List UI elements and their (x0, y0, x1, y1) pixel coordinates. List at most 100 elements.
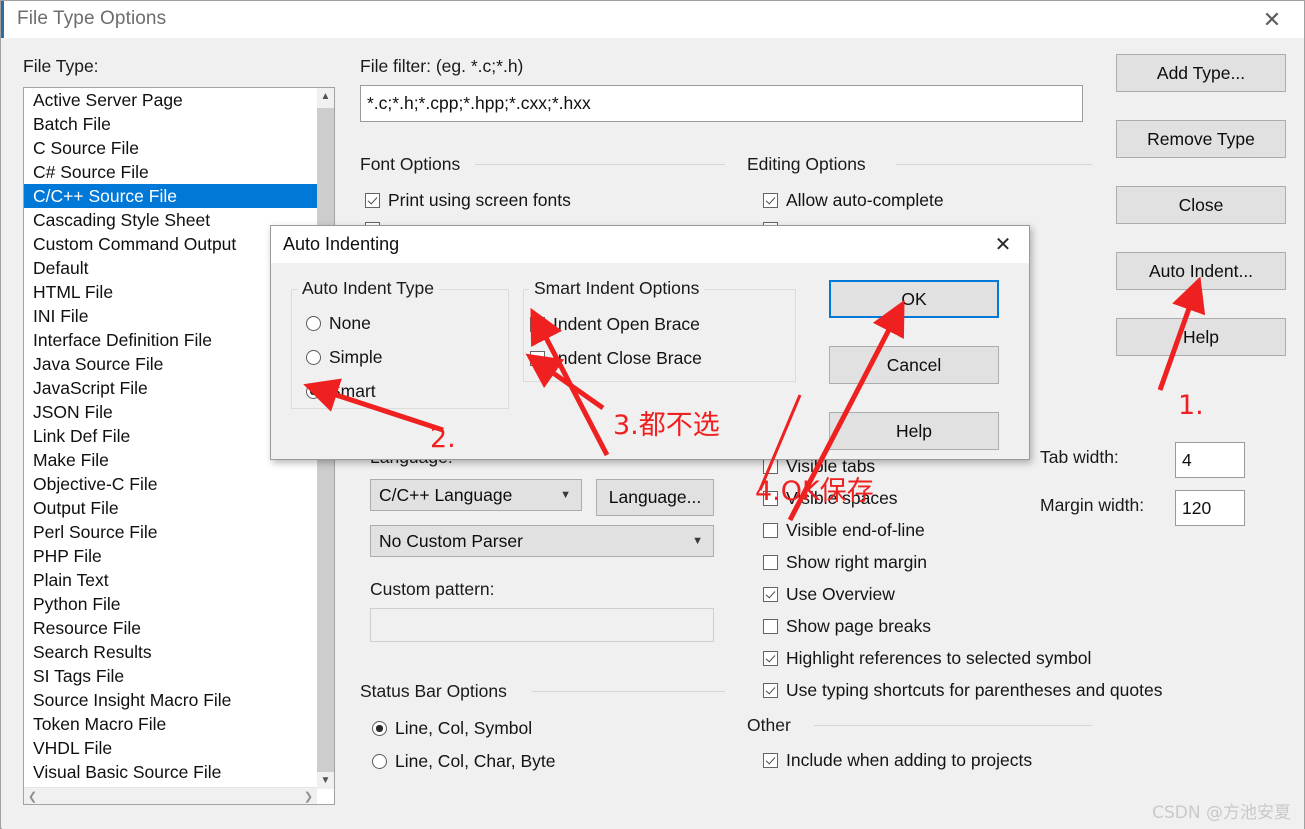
list-item[interactable]: Objective-C File (24, 472, 317, 496)
checkbox-box (365, 193, 380, 208)
add-type-button[interactable]: Add Type... (1116, 54, 1286, 92)
dialog-title: Auto Indenting (283, 234, 400, 254)
list-item[interactable]: Active Server Page (24, 88, 317, 112)
checkbox-label: Highlight references to selected symbol (786, 648, 1092, 668)
file-type-label: File Type: (23, 56, 99, 76)
checkbox-box (763, 459, 778, 474)
checkbox-print-using-screen-fonts[interactable]: Print using screen fonts (365, 190, 571, 211)
file-filter-label: File filter: (eg. *.c;*.h) (360, 56, 524, 76)
margin-width-label: Margin width: (1040, 495, 1145, 515)
list-item[interactable]: C Source File (24, 136, 317, 160)
checkbox-visible-end-of-line[interactable]: Visible end-of-line (763, 520, 925, 541)
language-combobox[interactable]: C/C++ Language ▼ (370, 479, 582, 511)
margin-width-input[interactable] (1175, 490, 1245, 526)
checkbox-label: Use typing shortcuts for parentheses and… (786, 680, 1163, 700)
radio-label: Line, Col, Symbol (395, 718, 533, 738)
chevron-down-icon[interactable]: ▼ (317, 772, 334, 789)
font-options-title: Font Options (360, 154, 461, 174)
dialog-help-button[interactable]: Help (829, 412, 999, 450)
close-icon[interactable]: ✕ (1240, 1, 1304, 38)
button-label: Add Type... (1156, 62, 1246, 83)
remove-type-button[interactable]: Remove Type (1116, 120, 1286, 158)
list-item[interactable]: Visual Basic Source File (24, 760, 317, 784)
checkbox-show-right-margin[interactable]: Show right margin (763, 552, 927, 573)
radio-smart[interactable]: Smart (306, 381, 376, 402)
button-label: Help (1183, 326, 1219, 347)
checkbox-label: Visible spaces (786, 488, 898, 508)
checkbox-highlight-references-to-selected-symbol[interactable]: Highlight references to selected symbol (763, 648, 1091, 669)
radio-circle (306, 350, 321, 365)
chevron-down-icon: ▼ (560, 489, 571, 501)
editing-options-rule (896, 164, 1092, 165)
list-item[interactable]: Batch File (24, 112, 317, 136)
checkbox-visible-spaces[interactable]: Visible spaces (763, 488, 898, 509)
close-icon[interactable]: ✕ (977, 226, 1029, 263)
radio-line-col-char-byte[interactable]: Line, Col, Char, Byte (372, 751, 556, 772)
custom-parser-combobox[interactable]: No Custom Parser ▼ (370, 525, 714, 557)
radio-circle (306, 316, 321, 331)
help-button[interactable]: Help (1116, 318, 1286, 356)
checkbox-label: Show page breaks (786, 616, 931, 636)
button-label: Help (896, 420, 932, 441)
checkbox-box (530, 351, 545, 366)
other-title: Other (747, 715, 791, 735)
csdn-watermark: CSDN @方池安夏 (1152, 803, 1291, 823)
status-bar-options-rule (532, 691, 725, 692)
list-item[interactable]: SI Tags File (24, 664, 317, 688)
button-label: Cancel (886, 354, 942, 375)
list-item[interactable]: C/C++ Source File (24, 184, 317, 208)
checkbox-indent-close-brace[interactable]: Indent Close Brace (530, 348, 702, 369)
radio-simple[interactable]: Simple (306, 347, 383, 368)
close-button[interactable]: Close (1116, 186, 1286, 224)
auto-indenting-dialog: Auto Indenting ✕ Auto Indent Type None S… (270, 225, 1030, 460)
radio-label: Smart (329, 381, 376, 401)
chevron-up-icon[interactable]: ▲ (317, 88, 334, 105)
checkbox-box (763, 651, 778, 666)
list-item[interactable]: Token Macro File (24, 712, 317, 736)
editing-options-title: Editing Options (747, 154, 866, 174)
dialog-ok-button[interactable]: OK (829, 280, 999, 318)
list-item[interactable]: Python File (24, 592, 317, 616)
radio-circle (372, 721, 387, 736)
checkbox-box (763, 555, 778, 570)
list-item[interactable]: C# Source File (24, 160, 317, 184)
button-label: Close (1178, 194, 1224, 215)
list-item[interactable]: Output File (24, 496, 317, 520)
custom-pattern-label: Custom pattern: (370, 579, 495, 599)
dialog-titlebar: Auto Indenting ✕ (271, 226, 1029, 263)
auto-indent-button[interactable]: Auto Indent... (1116, 252, 1286, 290)
checkbox-allow-auto-complete[interactable]: Allow auto-complete (763, 190, 944, 211)
list-item[interactable]: VHDL File (24, 736, 317, 760)
custom-pattern-input[interactable] (370, 608, 714, 642)
list-item[interactable]: Plain Text (24, 568, 317, 592)
list-item[interactable]: Search Results (24, 640, 317, 664)
listbox-horizontal-scrollbar[interactable]: ❮ ❯ (24, 787, 317, 804)
language-combobox-value: C/C++ Language (379, 484, 513, 505)
radio-line-col-symbol[interactable]: Line, Col, Symbol (372, 718, 532, 739)
list-item[interactable]: Source Insight Macro File (24, 688, 317, 712)
file-filter-input[interactable] (360, 85, 1083, 122)
tab-width-label: Tab width: (1040, 447, 1119, 467)
button-label: OK (901, 288, 927, 309)
checkbox-box (763, 193, 778, 208)
checkbox-indent-open-brace[interactable]: Indent Open Brace (530, 314, 700, 335)
checkbox-include-when-adding-to-projects[interactable]: Include when adding to projects (763, 750, 1032, 771)
checkbox-label: Visible end-of-line (786, 520, 925, 540)
list-item[interactable]: Perl Source File (24, 520, 317, 544)
radio-circle (372, 754, 387, 769)
checkbox-box (530, 317, 545, 332)
dialog-cancel-button[interactable]: Cancel (829, 346, 999, 384)
language-button[interactable]: Language... (596, 479, 714, 516)
chevron-right-icon[interactable]: ❯ (300, 788, 317, 804)
checkbox-use-overview[interactable]: Use Overview (763, 584, 895, 605)
language-button-label: Language... (608, 487, 702, 507)
chevron-left-icon[interactable]: ❮ (24, 788, 41, 804)
list-item[interactable]: PHP File (24, 544, 317, 568)
checkbox-use-typing-shortcuts-for-parentheses-and-quotes[interactable]: Use typing shortcuts for parentheses and… (763, 680, 1162, 701)
other-rule (814, 725, 1092, 726)
radio-none[interactable]: None (306, 313, 371, 334)
screen: File Type Options ✕ File Type: Active Se… (0, 0, 1305, 829)
tab-width-input[interactable] (1175, 442, 1245, 478)
checkbox-show-page-breaks[interactable]: Show page breaks (763, 616, 931, 637)
list-item[interactable]: Resource File (24, 616, 317, 640)
